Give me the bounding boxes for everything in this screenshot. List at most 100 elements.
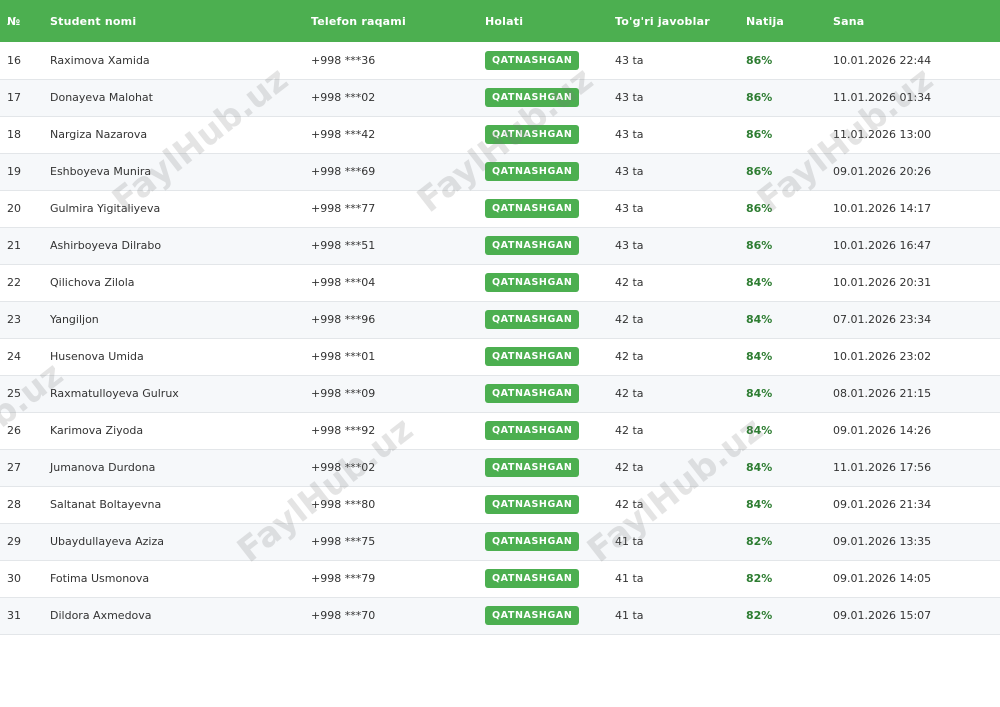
status-cell: QATNASHGAN [478, 560, 608, 597]
date-cell: 09.01.2026 13:35 [833, 535, 932, 548]
table-row[interactable]: 28 Saltanat Boltayevna +998 ***80 QATNASHGA… [0, 486, 1000, 523]
result-cell: 84% [746, 313, 773, 326]
status-cell: QATNASHGAN [478, 190, 608, 227]
student-name-cell: Donayeva Malohat [50, 91, 153, 104]
row-number-cell: 26 [7, 424, 21, 437]
table-row[interactable]: 22 Qilichova Zilola +998 ***04 QATNASHGAN 42… [0, 264, 1000, 301]
table-row[interactable]: 21 Ashirboyeva Dilrabo +998 ***51 QATNASHGA… [0, 227, 1000, 264]
status-badge: QATNASHGAN [485, 199, 580, 218]
student-name-cell: Ashirboyeva Dilrabo [50, 239, 162, 252]
status-badge: QATNASHGAN [485, 236, 580, 255]
phone-cell: +998 ***70 [311, 609, 376, 622]
result-cell: 84% [746, 350, 773, 363]
student-name-cell: Raxmatulloyeva Gulrux [50, 387, 179, 400]
correct-answers-cell: 43 ta [615, 165, 644, 178]
row-number-cell: 29 [7, 535, 21, 548]
correct-answers-cell: 43 ta [615, 91, 644, 104]
table-row[interactable]: 18 Nargiza Nazarova +998 ***42 QATNASHGAN 43… [0, 116, 1000, 153]
status-cell: QATNASHGAN [478, 449, 608, 486]
row-number-cell: 28 [7, 498, 21, 511]
status-badge: QATNASHGAN [485, 421, 580, 440]
student-name-cell: Saltanat Boltayevna [50, 498, 162, 511]
results-page: № Student nomi Telefon raqami Holati To'… [0, 0, 1000, 707]
date-cell: 10.01.2026 20:31 [833, 276, 932, 289]
table-row[interactable]: 26 Karimova Ziyoda +998 ***92 QATNASHGAN 42 … [0, 412, 1000, 449]
table-body: 16 Raximova Xamida +998 ***36 QATNASHGAN 43 … [0, 42, 1000, 634]
status-cell: QATNASHGAN [478, 523, 608, 560]
correct-answers-cell: 41 ta [615, 609, 644, 622]
result-cell: 84% [746, 424, 773, 437]
status-cell: QATNASHGAN [478, 79, 608, 116]
column-header-correct-answers[interactable]: To'g'ri javoblar [608, 0, 739, 42]
student-name-cell: Dildora Axmedova [50, 609, 152, 622]
result-cell: 84% [746, 498, 773, 511]
phone-cell: +998 ***69 [311, 165, 376, 178]
phone-cell: +998 ***96 [311, 313, 376, 326]
table-row[interactable]: 24 Husenova Umida +998 ***01 QATNASHGAN 42 t… [0, 338, 1000, 375]
status-badge: QATNASHGAN [485, 606, 580, 625]
phone-cell: +998 ***02 [311, 461, 376, 474]
table-row[interactable]: 29 Ubaydullayeva Aziza +998 ***75 QATNASHGA… [0, 523, 1000, 560]
column-header-phone[interactable]: Telefon raqami [304, 0, 478, 42]
table-row[interactable]: 25 Raxmatulloyeva Gulrux +998 ***09 QATNASH… [0, 375, 1000, 412]
status-badge: QATNASHGAN [485, 347, 580, 366]
date-cell: 10.01.2026 16:47 [833, 239, 932, 252]
status-cell: QATNASHGAN [478, 412, 608, 449]
table-row[interactable]: 20 Gulmira Yigitaliyeva +998 ***77 QATNASHG… [0, 190, 1000, 227]
table-row[interactable]: 31 Dildora Axmedova +998 ***70 QATNASHGAN 41… [0, 597, 1000, 634]
table-row[interactable]: 17 Donayeva Malohat +998 ***02 QATNASHGAN 43… [0, 79, 1000, 116]
phone-cell: +998 ***80 [311, 498, 376, 511]
student-name-cell: Nargiza Nazarova [50, 128, 148, 141]
column-header-status[interactable]: Holati [478, 0, 608, 42]
date-cell: 09.01.2026 15:07 [833, 609, 932, 622]
row-number-cell: 31 [7, 609, 21, 622]
status-badge: QATNASHGAN [485, 88, 580, 107]
status-badge: QATNASHGAN [485, 273, 580, 292]
status-cell: QATNASHGAN [478, 597, 608, 634]
row-number-cell: 16 [7, 53, 21, 67]
table-header-row: № Student nomi Telefon raqami Holati To'… [0, 0, 1000, 42]
phone-cell: +998 ***75 [311, 535, 376, 548]
result-cell: 86% [746, 165, 773, 178]
correct-answers-cell: 43 ta [615, 128, 644, 141]
row-number-cell: 18 [7, 128, 21, 141]
table-row[interactable]: 19 Eshboyeva Munira +998 ***69 QATNASHGAN 43… [0, 153, 1000, 190]
correct-answers-cell: 42 ta [615, 313, 644, 326]
row-number-cell: 20 [7, 202, 21, 215]
column-header-result[interactable]: Natija [739, 0, 826, 42]
student-name-cell: Yangiljon [50, 313, 99, 326]
column-header-number[interactable]: № [0, 0, 43, 42]
table-row[interactable]: 30 Fotima Usmonova +998 ***79 QATNASHGAN 41 … [0, 560, 1000, 597]
correct-answers-cell: 42 ta [615, 461, 644, 474]
student-name-cell: Jumanova Durdona [50, 461, 156, 474]
phone-cell: +998 ***77 [311, 202, 376, 215]
result-cell: 86% [746, 239, 773, 252]
column-header-date[interactable]: Sana [826, 0, 1000, 42]
result-cell: 82% [746, 535, 773, 548]
table-row[interactable]: 16 Raximova Xamida +998 ***36 QATNASHGAN 43 … [0, 42, 1000, 79]
result-cell: 84% [746, 387, 773, 400]
correct-answers-cell: 42 ta [615, 424, 644, 437]
phone-cell: +998 ***92 [311, 424, 376, 437]
status-cell: QATNASHGAN [478, 116, 608, 153]
date-cell: 11.01.2026 17:56 [833, 461, 932, 474]
phone-cell: +998 ***51 [311, 239, 376, 252]
table-row[interactable]: 27 Jumanova Durdona +998 ***02 QATNASHGAN 42… [0, 449, 1000, 486]
row-number-cell: 21 [7, 239, 21, 252]
status-cell: QATNASHGAN [478, 42, 608, 79]
student-name-cell: Qilichova Zilola [50, 276, 135, 289]
date-cell: 07.01.2026 23:34 [833, 313, 932, 326]
result-cell: 84% [746, 461, 773, 474]
column-header-student-name[interactable]: Student nomi [43, 0, 304, 42]
row-number-cell: 23 [7, 313, 21, 326]
student-name-cell: Fotima Usmonova [50, 572, 150, 585]
date-cell: 11.01.2026 01:34 [833, 91, 932, 104]
status-cell: QATNASHGAN [478, 486, 608, 523]
table-row[interactable]: 23 Yangiljon +998 ***96 QATNASHGAN 42 ta 84% 0… [0, 301, 1000, 338]
date-cell: 09.01.2026 21:34 [833, 498, 932, 511]
correct-answers-cell: 42 ta [615, 387, 644, 400]
status-cell: QATNASHGAN [478, 301, 608, 338]
result-cell: 86% [746, 91, 773, 104]
correct-answers-cell: 41 ta [615, 535, 644, 548]
status-badge: QATNASHGAN [485, 384, 580, 403]
